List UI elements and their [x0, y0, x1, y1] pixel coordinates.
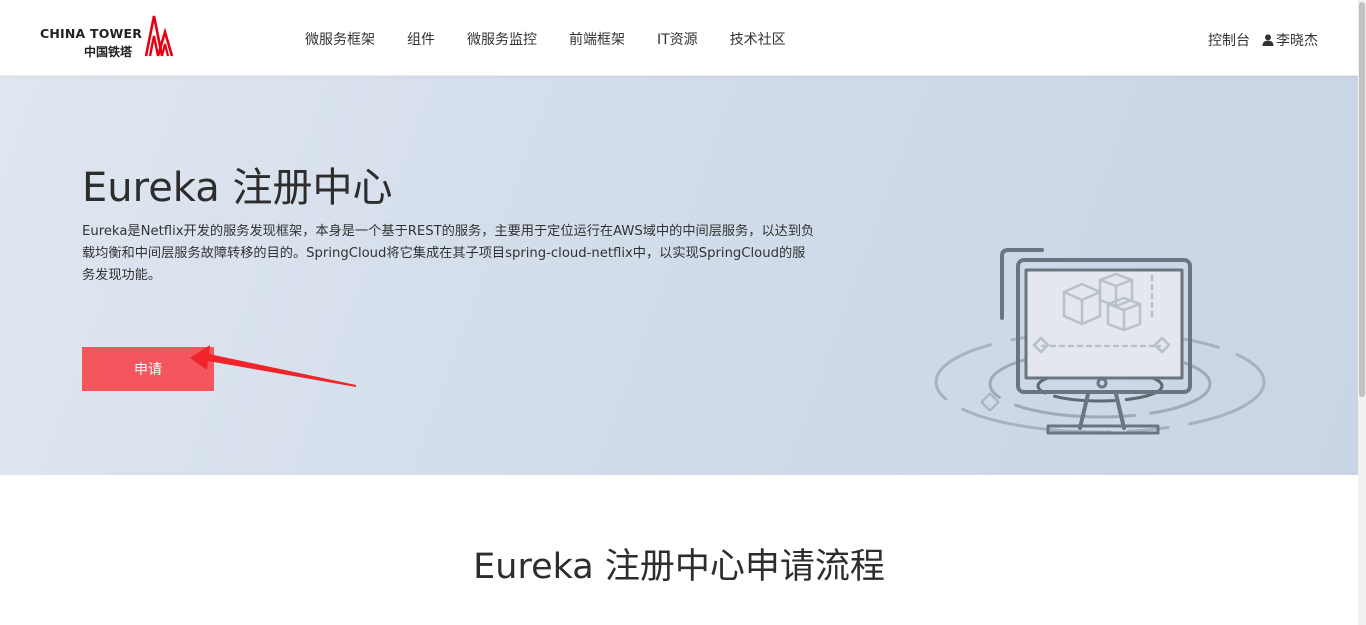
logo-text-en: CHINA TOWER — [40, 26, 143, 41]
nav-microservice-monitoring[interactable]: 微服务监控 — [467, 29, 537, 49]
user-menu[interactable]: 李晓杰 — [1262, 30, 1318, 50]
scrollbar-thumb[interactable] — [1359, 2, 1365, 397]
nav-microservice-framework[interactable]: 微服务框架 — [305, 29, 375, 49]
nav-frontend-framework[interactable]: 前端框架 — [569, 29, 625, 49]
nav-components[interactable]: 组件 — [407, 29, 435, 49]
hero-description: Eureka是Netflix开发的服务发现框架，本身是一个基于REST的服务，主… — [82, 224, 815, 283]
top-header: CHINA TOWER 中国铁塔 微服务框架 组件 微服务监控 前端框架 IT资… — [0, 0, 1358, 76]
red-arrow-annotation — [190, 345, 356, 387]
monitor-illustration — [934, 248, 1266, 435]
hero-banner: Eureka 注册中心 Eureka是Netflix开发的服务发现框架，本身是一… — [0, 75, 1358, 475]
main-nav: 微服务框架 组件 微服务监控 前端框架 IT资源 技术社区 — [305, 29, 786, 49]
nav-it-resources[interactable]: IT资源 — [657, 29, 698, 49]
header-right: 控制台 李晓杰 — [1208, 30, 1318, 50]
hero-title: Eureka 注册中心 — [82, 165, 393, 211]
logo-text-cn: 中国铁塔 — [84, 45, 133, 59]
user-icon — [1262, 34, 1274, 46]
user-name: 李晓杰 — [1276, 33, 1318, 49]
china-tower-logo[interactable]: CHINA TOWER 中国铁塔 — [40, 14, 175, 60]
nav-tech-community[interactable]: 技术社区 — [730, 29, 786, 49]
process-section-title: Eureka 注册中心申请流程 — [473, 547, 885, 587]
tower-logo-icon — [144, 15, 174, 57]
console-link[interactable]: 控制台 — [1208, 30, 1250, 50]
page-scrollbar[interactable] — [1358, 0, 1366, 625]
